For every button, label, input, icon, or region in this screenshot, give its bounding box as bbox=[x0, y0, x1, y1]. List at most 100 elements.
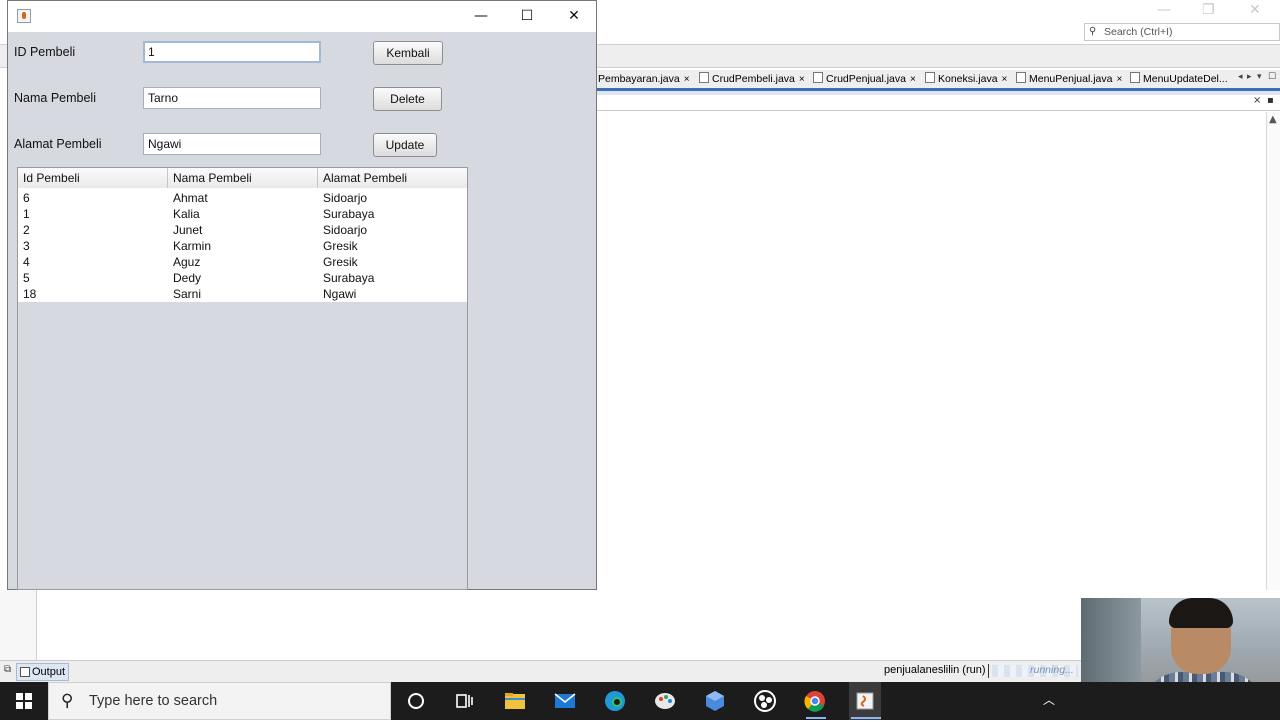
java-file-icon bbox=[813, 72, 823, 83]
magnifier-icon: ⚲ bbox=[1089, 26, 1097, 37]
table-row[interactable]: 5 Dedy Surabaya bbox=[18, 270, 467, 286]
java-file-icon bbox=[1016, 72, 1026, 83]
table-row[interactable]: 2 Junet Sidoarjo bbox=[18, 222, 467, 238]
paint-icon[interactable] bbox=[652, 688, 678, 714]
editor-tab-strip: Pembayaran.java × CrudPembeli.java × CrudP… bbox=[597, 70, 1280, 88]
editor-bar: × ▪ bbox=[597, 95, 1280, 111]
pembeli-window: — ☐ ✕ ID Pembeli 1 Kembali Nama Pembeli … bbox=[7, 0, 597, 590]
restore-window-icon[interactable]: ⧉ bbox=[4, 664, 11, 675]
taskbar-search-input[interactable]: ⚲ Type here to search bbox=[48, 682, 391, 720]
output-tab[interactable]: Output bbox=[16, 663, 70, 681]
id-pembeli-field[interactable]: 1 bbox=[143, 41, 321, 63]
status-separator bbox=[988, 664, 989, 678]
table-row[interactable]: 6 Ahmat Sidoarjo bbox=[18, 190, 467, 206]
table-cell: Sidoarjo bbox=[323, 191, 368, 205]
editor-scrollbar[interactable]: ▲ bbox=[1266, 112, 1280, 590]
java-icon[interactable] bbox=[852, 688, 878, 714]
obs-icon[interactable] bbox=[752, 688, 778, 714]
minimize-icon[interactable]: — bbox=[458, 1, 504, 32]
tab-list-icon[interactable]: ▾ bbox=[1257, 72, 1262, 82]
table-cell: Aguz bbox=[173, 255, 201, 269]
close-icon[interactable]: ✕ bbox=[551, 1, 597, 32]
tab-menuupdatedel[interactable]: MenuUpdateDel... bbox=[1130, 72, 1228, 87]
column-header-alamat[interactable]: Alamat Pembeli bbox=[318, 168, 467, 188]
table-row[interactable]: 18 Sarni Ngawi bbox=[18, 286, 467, 302]
tab-menupenjual[interactable]: MenuPenjual.java × bbox=[1016, 72, 1122, 87]
tab-pembayaran[interactable]: Pembayaran.java × bbox=[598, 72, 690, 87]
tab-scroll-left-icon[interactable]: ◂ bbox=[1238, 72, 1243, 82]
tab-label: CrudPenjual.java bbox=[826, 73, 906, 85]
nama-pembeli-label: Nama Pembeli bbox=[14, 91, 96, 105]
table-cell: Surabaya bbox=[323, 207, 375, 221]
alamat-pembeli-field[interactable]: Ngawi bbox=[143, 133, 321, 155]
kembali-button[interactable]: Kembali bbox=[373, 41, 443, 65]
tab-crudpembeli[interactable]: CrudPembeli.java × bbox=[699, 72, 805, 87]
java-file-icon bbox=[699, 72, 709, 83]
tab-crudpenjual[interactable]: CrudPenjual.java × bbox=[813, 72, 916, 87]
table-row[interactable]: 4 Aguz Gresik bbox=[18, 254, 467, 270]
java-running-indicator bbox=[851, 717, 881, 719]
run-process-label[interactable]: penjualaneslilin (run) bbox=[884, 664, 986, 676]
column-header-nama[interactable]: Nama Pembeli bbox=[168, 168, 318, 188]
table-header: Id Pembeli Nama Pembeli Alamat Pembeli bbox=[18, 168, 467, 189]
tab-maximize-icon[interactable]: ☐ bbox=[1268, 72, 1276, 82]
table-cell: 2 bbox=[23, 223, 30, 237]
chrome-running-indicator bbox=[806, 717, 826, 719]
table-cell: Gresik bbox=[323, 239, 358, 253]
nama-pembeli-field[interactable]: Tarno bbox=[143, 87, 321, 109]
table-cell: 4 bbox=[23, 255, 30, 269]
table-cell: Ngawi bbox=[323, 287, 357, 301]
table-cell: Junet bbox=[173, 223, 203, 237]
window-titlebar[interactable]: — ☐ ✕ bbox=[8, 1, 596, 32]
chevron-up-icon[interactable]: ︿ bbox=[1043, 691, 1055, 708]
task-view-icon[interactable] bbox=[451, 688, 477, 714]
table-cell: Kalia bbox=[173, 207, 200, 221]
table-row[interactable]: 1 Kalia Surabaya bbox=[18, 206, 467, 222]
mail-icon[interactable] bbox=[552, 688, 578, 714]
tab-label: MenuPenjual.java bbox=[1029, 73, 1113, 85]
update-button[interactable]: Update bbox=[373, 133, 437, 157]
table-row[interactable]: 3 Karmin Gresik bbox=[18, 238, 467, 254]
tab-close-icon[interactable]: × bbox=[1116, 74, 1122, 85]
ide-restore-icon[interactable]: ❐ bbox=[1202, 2, 1215, 18]
id-pembeli-label: ID Pembeli bbox=[14, 45, 76, 59]
tab-close-icon[interactable]: × bbox=[1002, 74, 1008, 85]
tab-close-icon[interactable]: × bbox=[910, 74, 916, 85]
table-cell: Gresik bbox=[323, 255, 358, 269]
table-cell: 1 bbox=[23, 207, 30, 221]
java-app-icon bbox=[17, 9, 31, 23]
table-cell: Surabaya bbox=[323, 271, 375, 285]
scroll-up-icon[interactable]: ▲ bbox=[1269, 114, 1277, 125]
editor-menu-icon[interactable]: ▪ bbox=[1267, 95, 1274, 106]
search-icon: ⚲ bbox=[61, 691, 74, 711]
java-file-icon bbox=[1130, 72, 1140, 83]
tab-koneksi[interactable]: Koneksi.java × bbox=[925, 72, 1007, 87]
table-cell: 5 bbox=[23, 271, 30, 285]
taskbar: ⚲ Type here to search ︿ bbox=[0, 682, 1280, 720]
editor-close-icon[interactable]: × bbox=[1253, 95, 1261, 106]
table-cell: Dedy bbox=[173, 271, 202, 285]
ide-search-placeholder: Search (Ctrl+I) bbox=[1104, 26, 1173, 38]
tab-label: MenuUpdateDel... bbox=[1143, 73, 1228, 85]
run-status: running... bbox=[1030, 664, 1074, 676]
pembeli-table[interactable]: Id Pembeli Nama Pembeli Alamat Pembeli 6… bbox=[17, 167, 468, 590]
tab-label: CrudPembeli.java bbox=[712, 73, 795, 85]
column-header-id[interactable]: Id Pembeli bbox=[18, 168, 168, 188]
chrome-icon[interactable] bbox=[802, 688, 828, 714]
edge-icon[interactable] bbox=[602, 688, 628, 714]
tab-scroll-right-icon[interactable]: ▸ bbox=[1247, 72, 1252, 82]
tab-close-icon[interactable]: × bbox=[684, 74, 690, 85]
table-cell: 3 bbox=[23, 239, 30, 253]
table-cell: Sidoarjo bbox=[323, 223, 368, 237]
file-explorer-icon[interactable] bbox=[502, 688, 528, 714]
tab-close-icon[interactable]: × bbox=[799, 74, 805, 85]
start-button[interactable] bbox=[0, 682, 48, 720]
maximize-icon[interactable]: ☐ bbox=[504, 1, 550, 32]
cortana-icon[interactable] bbox=[403, 688, 429, 714]
ide-minimize-icon[interactable]: — bbox=[1157, 2, 1171, 18]
delete-button[interactable]: Delete bbox=[373, 87, 442, 111]
java-file-icon bbox=[925, 72, 935, 83]
ide-close-icon[interactable]: ✕ bbox=[1249, 2, 1261, 18]
ide-search-input[interactable]: ⚲ Search (Ctrl+I) bbox=[1084, 23, 1280, 41]
app-cube-icon[interactable] bbox=[702, 688, 728, 714]
